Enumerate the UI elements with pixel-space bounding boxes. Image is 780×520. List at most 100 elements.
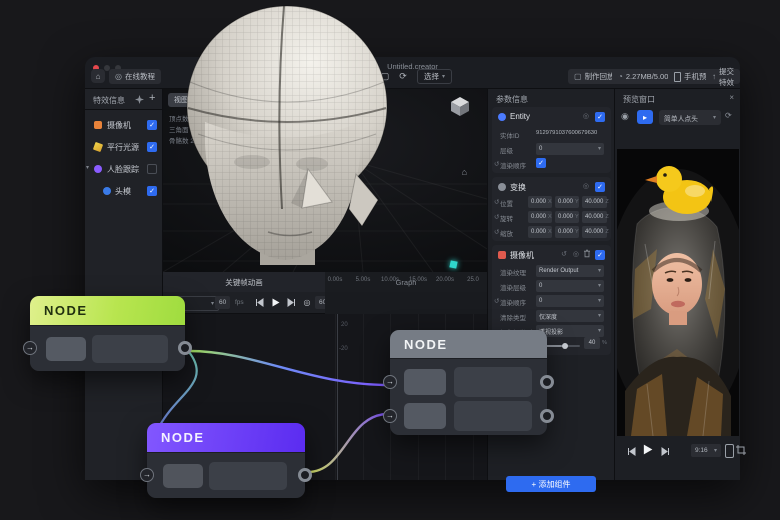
info-icon[interactable]: ◎	[583, 182, 589, 190]
replay-label: 制作回放	[585, 71, 615, 82]
clear-type-dropdown[interactable]: 仅深度▾	[536, 310, 604, 322]
node-value-slot[interactable]	[454, 401, 532, 431]
tab-graph[interactable]: Graph	[325, 272, 487, 292]
star-icon[interactable]	[135, 95, 144, 104]
preview-skip-forward-button[interactable]	[659, 445, 671, 457]
tutorial-button[interactable]: ◎ 在线教程	[109, 69, 161, 84]
input-port[interactable]: →	[140, 468, 154, 482]
home-button[interactable]: ⌂	[91, 69, 105, 83]
visibility-checkbox[interactable]: ✓	[147, 186, 157, 196]
render-order-checkbox[interactable]: ✓	[536, 158, 546, 168]
camera-enabled-checkbox[interactable]: ✓	[595, 250, 605, 260]
node-value-slot[interactable]	[92, 335, 168, 363]
layer-dropdown[interactable]: 0▾	[536, 143, 604, 155]
render-layer-dropdown[interactable]: 0▾	[536, 280, 604, 292]
nav-cube[interactable]	[449, 95, 471, 117]
render-texture-dropdown[interactable]: Render Output▾	[536, 265, 604, 277]
node-input-slot[interactable]	[404, 369, 446, 395]
preview-video-frame[interactable]	[617, 149, 739, 436]
trash-icon[interactable]	[583, 249, 591, 258]
input-port[interactable]: →	[383, 409, 397, 423]
node-purple[interactable]: NODE →	[147, 423, 305, 498]
node-gray[interactable]: NODE → →	[390, 330, 547, 435]
info-icon[interactable]: ◎	[573, 250, 579, 258]
select-mode-dropdown[interactable]: 选择 ▾	[417, 69, 452, 84]
head-model-3d[interactable]	[180, 4, 395, 266]
rotation-z-field[interactable]: 40.000Z	[582, 211, 607, 223]
entity-enabled-checkbox[interactable]: ✓	[595, 112, 605, 122]
reset-icon[interactable]: ↺	[494, 198, 499, 206]
node-value-slot[interactable]	[209, 462, 287, 490]
rotation-x-field[interactable]: 0.000X	[528, 211, 552, 223]
expand-caret-icon[interactable]: ▾	[86, 164, 89, 171]
preview-play-button[interactable]	[641, 443, 653, 455]
transform-enabled-checkbox[interactable]: ✓	[595, 182, 605, 192]
tutorial-label: 在线教程	[125, 71, 155, 82]
reset-icon[interactable]: ↺	[494, 160, 499, 168]
visibility-icon[interactable]: ◎	[583, 112, 589, 120]
node-header[interactable]: NODE	[147, 423, 305, 452]
node-green[interactable]: NODE →	[30, 296, 185, 371]
position-y-field[interactable]: 0.000Y	[555, 196, 579, 208]
node-input-slot[interactable]	[163, 464, 203, 488]
node-input-slot[interactable]	[46, 337, 86, 361]
refresh-tool-button[interactable]: ⟳	[395, 68, 411, 84]
ruler-tick: 5.00s	[356, 277, 371, 283]
preview-skip-back-button[interactable]	[625, 445, 637, 457]
phone-orientation-icon[interactable]	[725, 444, 734, 458]
crop-icon[interactable]	[736, 445, 746, 455]
add-component-button[interactable]: + 添加组件	[506, 476, 596, 492]
play-button[interactable]	[269, 296, 281, 308]
entity-id-value: 9129791037600679630	[536, 130, 597, 136]
visibility-checkbox[interactable]: ✓	[147, 142, 157, 152]
fov-value-field[interactable]: 40	[584, 337, 600, 349]
add-object-button[interactable]: +	[149, 92, 155, 104]
time-ruler[interactable]	[325, 292, 487, 314]
position-z-field[interactable]: 40.000Z	[582, 196, 607, 208]
output-port[interactable]	[540, 409, 554, 423]
tab-keyframe-animation[interactable]: 关键帧动画	[163, 272, 325, 292]
node-header[interactable]: NODE	[390, 330, 547, 358]
skip-back-button[interactable]	[253, 296, 265, 308]
render-order-dropdown[interactable]: 0▾	[536, 295, 604, 307]
upload-icon: ↑	[712, 73, 716, 81]
record-button[interactable]: ◎	[301, 296, 313, 308]
playhead-line[interactable]	[337, 314, 338, 480]
output-port[interactable]	[178, 341, 192, 355]
visibility-checkbox[interactable]	[147, 164, 157, 174]
reset-icon[interactable]: ↺	[494, 228, 499, 236]
sidebar-item-light[interactable]: 平行光源 ✓	[85, 137, 163, 157]
input-port[interactable]: →	[383, 375, 397, 389]
skip-forward-button[interactable]	[285, 296, 297, 308]
sidebar-item-head-model[interactable]: 头模 ✓	[85, 181, 163, 201]
aspect-ratio-dropdown[interactable]: 9:16▾	[691, 444, 721, 457]
node-header[interactable]: NODE	[30, 296, 185, 325]
visibility-checkbox[interactable]: ✓	[147, 120, 157, 130]
view-home-button[interactable]: ⌂	[462, 167, 467, 177]
fps-value-chip[interactable]: 60	[215, 296, 230, 309]
fov-slider-knob[interactable]	[562, 343, 568, 349]
reset-icon[interactable]: ↺	[561, 250, 567, 258]
node-input-slot[interactable]	[404, 403, 446, 429]
reset-icon[interactable]: ↺	[494, 213, 499, 221]
entity-id-label: 实体ID	[500, 130, 520, 140]
position-x-field[interactable]: 0.000X	[528, 196, 552, 208]
output-port[interactable]	[298, 468, 312, 482]
transform-gizmo[interactable]	[449, 260, 457, 268]
input-port[interactable]: →	[23, 341, 37, 355]
sidebar-item-camera[interactable]: 摄像机 ✓	[85, 115, 163, 135]
sidebar-item-face-tracking[interactable]: ▾ 人脸跟踪	[85, 159, 163, 179]
camera-source-button[interactable]: ◉	[621, 111, 629, 122]
reset-icon[interactable]: ↺	[494, 297, 499, 305]
refresh-preview-icon[interactable]: ⟳	[725, 111, 732, 120]
close-preview-icon[interactable]: ×	[729, 93, 734, 102]
video-source-button[interactable]: ▸	[637, 110, 653, 124]
scale-z-field[interactable]: 40.000Z	[582, 226, 607, 238]
submit-effect-button[interactable]: ↑ 提交特效	[706, 69, 740, 84]
scale-y-field[interactable]: 0.000Y	[555, 226, 579, 238]
output-port[interactable]	[540, 375, 554, 389]
node-value-slot[interactable]	[454, 367, 532, 397]
rotation-y-field[interactable]: 0.000Y	[555, 211, 579, 223]
scale-x-field[interactable]: 0.000X	[528, 226, 552, 238]
model-video-dropdown[interactable]: 简单人点头▾	[659, 110, 721, 125]
